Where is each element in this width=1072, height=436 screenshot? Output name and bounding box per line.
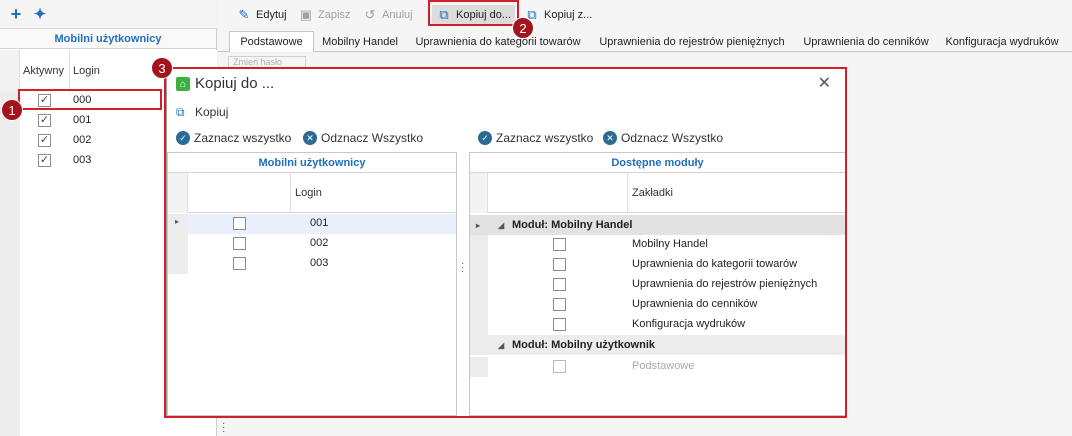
- undo-icon: ↺: [364, 7, 376, 22]
- highlight-copy-to-button: [428, 0, 519, 26]
- edit-button[interactable]: ✎ Edytuj: [236, 5, 287, 25]
- row-indicator-column: [0, 171, 20, 436]
- main-toolbar: ✎ Edytuj ▣ Zapisz ↺ Anuluj ⧉ Kopiuj do..…: [218, 0, 1072, 29]
- callout-badge-1: 1: [1, 99, 23, 121]
- tab-kategorie-towarow[interactable]: Uprawnienia do kategorii towarów: [408, 31, 588, 52]
- login-cell: 003: [73, 154, 92, 166]
- left-toolbar: + ✦: [0, 0, 217, 29]
- save-icon: ▣: [299, 7, 313, 22]
- splitter-handle[interactable]: · · ·: [222, 419, 226, 436]
- column-header-active[interactable]: Aktywny: [20, 50, 70, 91]
- copy-from-label: Kopiuj z...: [544, 9, 593, 21]
- plus-icon[interactable]: +: [6, 4, 26, 24]
- tab-bar: Podstawowe Mobilny Handel Uprawnienia do…: [218, 29, 1072, 52]
- copy-from-button[interactable]: ⧉ Kopiuj z...: [524, 5, 592, 25]
- edit-label: Edytuj: [256, 9, 287, 21]
- save-button[interactable]: ▣ Zapisz: [298, 5, 351, 25]
- tab-cenniki[interactable]: Uprawnienia do cenników: [798, 31, 934, 52]
- edit-icon: ✎: [238, 7, 250, 22]
- row-indicator: [0, 131, 20, 151]
- tab-konfiguracja-wydrukow[interactable]: Konfiguracja wydruków: [940, 31, 1064, 52]
- magic-wand-icon[interactable]: ✦: [30, 4, 50, 24]
- active-checkbox[interactable]: ✓: [38, 134, 51, 147]
- row-indicator: [0, 151, 20, 171]
- highlight-dialog: [164, 67, 847, 418]
- tab-podstawowe[interactable]: Podstawowe: [229, 31, 314, 52]
- users-panel-title: Mobilni użytkownicy: [0, 29, 216, 49]
- highlight-row-000: [18, 89, 162, 110]
- save-label: Zapisz: [318, 9, 351, 21]
- login-cell: 002: [73, 134, 92, 146]
- callout-badge-2: 2: [512, 17, 534, 39]
- cancel-button[interactable]: ↺ Anuluj: [362, 5, 413, 25]
- callout-badge-3: 3: [151, 57, 173, 79]
- active-checkbox[interactable]: ✓: [38, 154, 51, 167]
- tab-rejestry-pieniezne[interactable]: Uprawnienia do rejestrów pieniężnych: [592, 31, 792, 52]
- tab-mobilny-handel[interactable]: Mobilny Handel: [318, 31, 402, 52]
- login-cell: 001: [73, 114, 92, 126]
- cancel-label: Anuluj: [382, 9, 413, 21]
- row-indicator-header: [0, 50, 20, 91]
- active-checkbox[interactable]: ✓: [38, 114, 51, 127]
